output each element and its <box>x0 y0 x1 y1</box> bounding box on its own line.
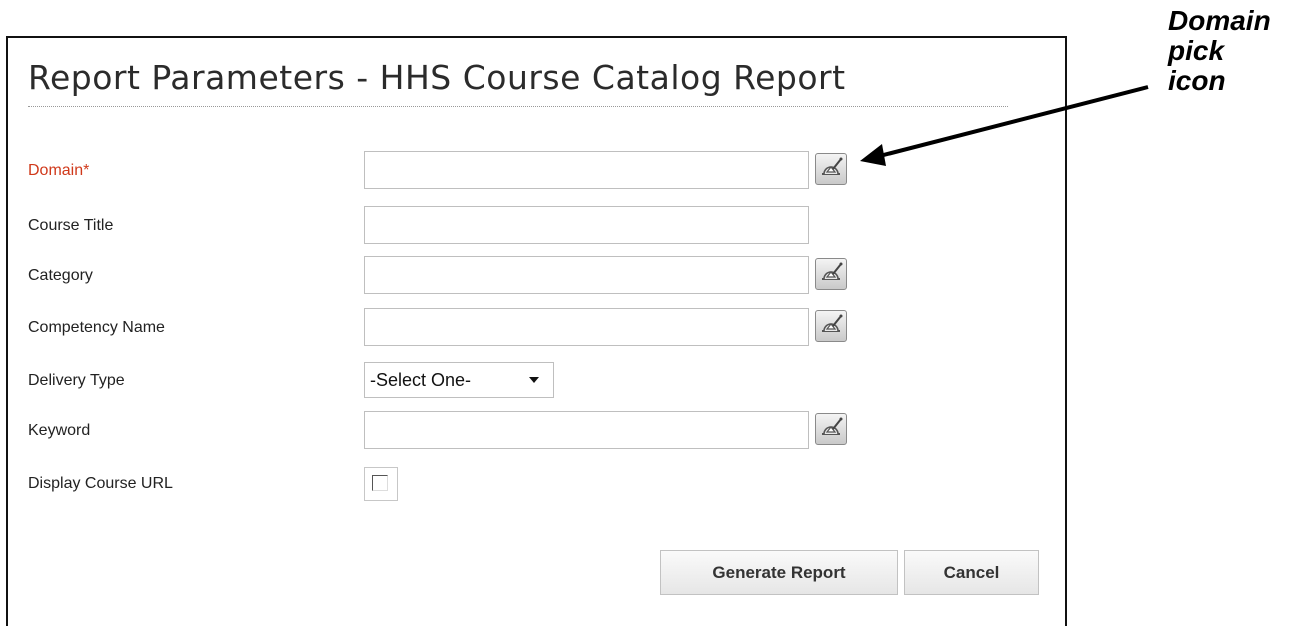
callout-arrow-icon <box>860 85 1149 166</box>
